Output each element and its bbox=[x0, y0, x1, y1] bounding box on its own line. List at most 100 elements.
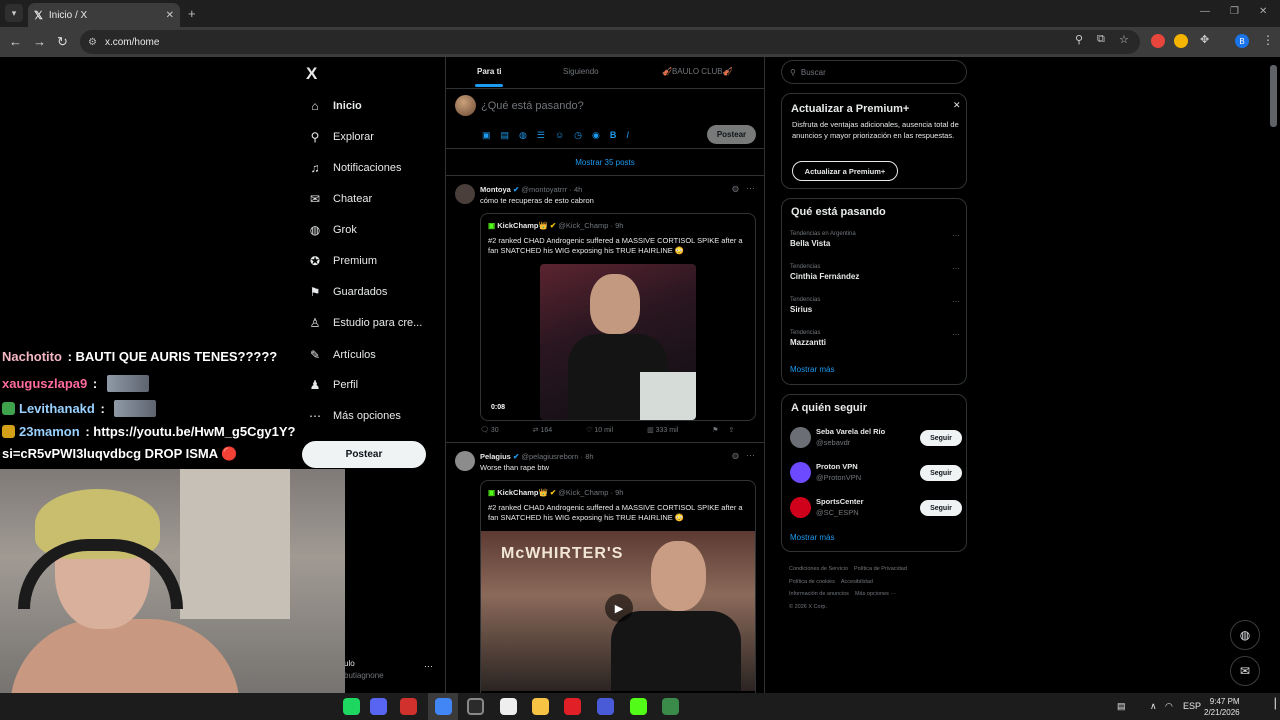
follow-avatar[interactable] bbox=[790, 427, 811, 448]
gif-icon[interactable]: ▤ bbox=[501, 130, 510, 141]
bookmark-star-icon[interactable]: ☆ bbox=[1119, 33, 1129, 46]
zoom-icon[interactable]: ⚲ bbox=[1075, 33, 1083, 46]
x-home-logo[interactable]: X bbox=[306, 64, 317, 84]
video-thumbnail[interactable] bbox=[540, 264, 696, 420]
nav-item-artículos[interactable]: ✎ Artículos bbox=[306, 344, 376, 366]
app-icon[interactable] bbox=[400, 698, 417, 715]
nav-item-perfil[interactable]: ♟ Perfil bbox=[306, 374, 358, 396]
play-icon[interactable]: ▶ bbox=[605, 594, 633, 622]
footer-link[interactable]: Política de Privacidad bbox=[854, 566, 907, 572]
nav-item-más-opciones[interactable]: ⋯ Más opciones bbox=[306, 405, 401, 427]
restore-icon[interactable]: ❐ bbox=[1230, 6, 1239, 17]
post-avatar[interactable] bbox=[455, 184, 475, 204]
follow-avatar[interactable] bbox=[790, 497, 811, 518]
composer-input[interactable]: ¿Qué está pasando? bbox=[481, 100, 584, 112]
address-bar[interactable]: ⚙ x.com/home bbox=[80, 30, 1140, 54]
footer-link[interactable]: Más opciones ··· bbox=[855, 591, 896, 597]
quoted-author[interactable]: ▣ KickChamp👑 ✔ @Kick_Champ · 9h bbox=[488, 221, 623, 230]
extension-icon[interactable] bbox=[1174, 34, 1188, 48]
quoted-post[interactable]: ▣ KickChamp👑 ✔ @Kick_Champ · 9h #2 ranke… bbox=[480, 213, 756, 421]
nav-item-chatear[interactable]: ✉ Chatear bbox=[306, 188, 372, 210]
quoted-author[interactable]: ▣ KickChamp👑 ✔ @Kick_Champ · 9h bbox=[488, 488, 623, 497]
nav-item-explorar[interactable]: ⚲ Explorar bbox=[306, 126, 374, 148]
follow-suggestion[interactable]: SportsCenter @SC_ESPN Seguir bbox=[790, 495, 962, 521]
tray-chevron-icon[interactable]: ∧ bbox=[1150, 701, 1157, 712]
post-author[interactable]: Pelagius ✔ @pelagiusreborn · 8h bbox=[480, 452, 594, 461]
follow-button[interactable]: Seguir bbox=[920, 430, 962, 446]
follow-suggestion[interactable]: Proton VPN @ProtonVPN Seguir bbox=[790, 460, 962, 486]
trend-item[interactable]: Tendencias Sirius ··· bbox=[790, 297, 960, 314]
post-author[interactable]: Montoya ✔ @montoyatrrr · 4h bbox=[480, 185, 582, 194]
italic-icon[interactable]: I bbox=[626, 130, 629, 141]
language-indicator[interactable]: ESP bbox=[1183, 701, 1201, 711]
grok-fab-icon[interactable]: ◍ bbox=[1230, 620, 1260, 650]
file-explorer-icon[interactable] bbox=[532, 698, 549, 715]
trend-more-icon[interactable]: ··· bbox=[952, 231, 960, 240]
close-tab-icon[interactable]: ✕ bbox=[166, 10, 174, 21]
post-more-icon[interactable]: ··· bbox=[746, 183, 755, 193]
follow-button[interactable]: Seguir bbox=[920, 465, 962, 481]
extensions-puzzle-icon[interactable]: ✥ bbox=[1200, 33, 1209, 46]
tab-list-button[interactable]: ▾ bbox=[5, 4, 23, 22]
grok-icon[interactable]: ◍ bbox=[732, 184, 739, 193]
follow-button[interactable]: Seguir bbox=[920, 500, 962, 516]
app-icon[interactable] bbox=[597, 698, 614, 715]
post-more-icon[interactable]: ··· bbox=[746, 450, 755, 460]
trend-item[interactable]: Tendencias Mazzantti ··· bbox=[790, 330, 960, 347]
trends-show-more[interactable]: Mostrar más bbox=[790, 365, 834, 374]
footer-link[interactable]: Información de anuncios bbox=[789, 591, 849, 597]
schedule-icon[interactable]: ◷ bbox=[574, 130, 582, 141]
grok-icon[interactable]: ◍ bbox=[732, 451, 739, 460]
profile-avatar[interactable]: B bbox=[1235, 34, 1249, 48]
emoji-icon[interactable]: ☺ bbox=[555, 130, 564, 141]
video-thumbnail[interactable]: McWHIRTER'S ▶ bbox=[481, 531, 755, 691]
tab-para-ti[interactable]: Para ti bbox=[477, 67, 501, 76]
system-clock[interactable]: 9:47 PM 2/21/2026 bbox=[1204, 696, 1240, 718]
opera-icon[interactable] bbox=[564, 698, 581, 715]
user-avatar[interactable] bbox=[455, 95, 476, 116]
show-new-posts[interactable]: Mostrar 35 posts bbox=[446, 150, 764, 176]
reload-icon[interactable]: ↻ bbox=[57, 34, 68, 50]
nav-item-premium[interactable]: ✪ Premium bbox=[306, 250, 377, 272]
page-scrollbar[interactable] bbox=[1270, 65, 1277, 127]
repost-button[interactable]: ⇄ 164 bbox=[533, 426, 553, 434]
post-button[interactable]: Postear bbox=[302, 441, 426, 468]
tray-app-icon[interactable]: ▤ bbox=[1117, 701, 1126, 712]
obs-icon[interactable] bbox=[467, 698, 484, 715]
install-app-icon[interactable]: ⧉ bbox=[1097, 33, 1105, 46]
share-icon[interactable]: ⇪ bbox=[728, 426, 734, 434]
post[interactable]: Pelagius ✔ @pelagiusreborn · 8h ◍ ··· Wo… bbox=[446, 444, 764, 693]
browser-menu-icon[interactable]: ⋮ bbox=[1262, 33, 1274, 47]
footer-link[interactable]: Condiciones de Servicio bbox=[789, 566, 848, 572]
nav-item-notificaciones[interactable]: ♫ Notificaciones bbox=[306, 157, 402, 179]
footer-link[interactable]: © 2026 X Corp. bbox=[789, 604, 827, 610]
tab-siguiendo[interactable]: Siguiendo bbox=[563, 67, 599, 76]
composer-post-button[interactable]: Postear bbox=[707, 125, 756, 144]
account-more-icon[interactable]: ··· bbox=[424, 661, 433, 671]
nav-item-inicio[interactable]: ⌂ Inicio bbox=[306, 95, 361, 117]
views-button[interactable]: ▥ 333 mil bbox=[647, 426, 678, 434]
close-icon[interactable]: ✕ bbox=[953, 100, 961, 111]
back-icon[interactable]: ← bbox=[9, 34, 22, 49]
bold-icon[interactable]: B bbox=[610, 130, 617, 141]
forward-icon[interactable]: → bbox=[33, 34, 46, 49]
poll-icon[interactable]: ☰ bbox=[537, 130, 545, 141]
reply-button[interactable]: 🗨 30 bbox=[480, 426, 499, 434]
follow-show-more[interactable]: Mostrar más bbox=[790, 533, 834, 542]
spotify-icon[interactable] bbox=[343, 698, 360, 715]
trend-more-icon[interactable]: ··· bbox=[952, 330, 960, 339]
post-avatar[interactable] bbox=[455, 451, 475, 471]
new-tab-button[interactable]: + bbox=[188, 6, 196, 21]
grok-icon[interactable]: ◍ bbox=[519, 130, 527, 141]
app-icon[interactable] bbox=[500, 698, 517, 715]
minimize-icon[interactable]: — bbox=[1200, 6, 1210, 17]
like-button[interactable]: ♡ 10 mil bbox=[586, 426, 613, 434]
follow-avatar[interactable] bbox=[790, 462, 811, 483]
footer-link[interactable]: Accesibilidad bbox=[841, 579, 873, 585]
discord-icon[interactable] bbox=[370, 698, 387, 715]
trend-more-icon[interactable]: ··· bbox=[952, 264, 960, 273]
chrome-icon[interactable] bbox=[435, 698, 452, 715]
account-switcher[interactable]: ulo butiagnone bbox=[344, 658, 384, 682]
nav-item-estudio-para-cre-[interactable]: ♙ Estudio para cre... bbox=[306, 312, 423, 334]
trend-item[interactable]: Tendencias en Argentina Bella Vista ··· bbox=[790, 231, 960, 248]
